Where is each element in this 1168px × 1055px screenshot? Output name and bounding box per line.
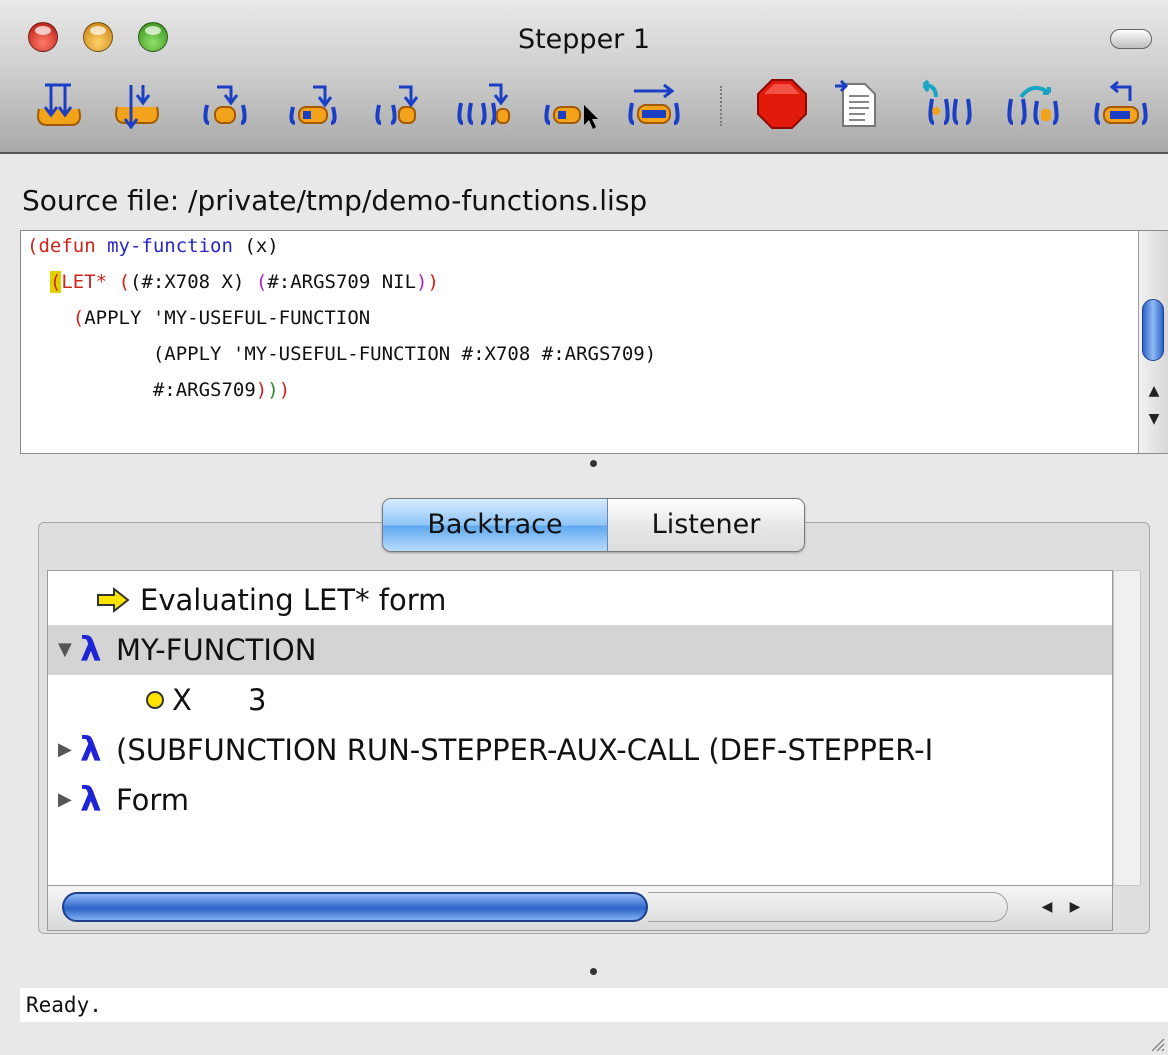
scroll-up-arrow-icon[interactable]: ▲: [1139, 379, 1168, 403]
step-through-call-button[interactable]: [454, 78, 514, 130]
window-chrome: Stepper 1: [0, 0, 1168, 154]
code-line: (APPLY 'MY-USEFUL-FUNCTION: [72, 307, 371, 329]
tab-backtrace[interactable]: Backtrace: [383, 499, 608, 551]
list-item[interactable]: X 3: [48, 675, 1112, 725]
step-through-call-icon: [457, 83, 510, 125]
scroll-down-arrow-icon[interactable]: ▼: [1139, 407, 1168, 431]
show-source-button[interactable]: [832, 78, 882, 130]
code-line: (APPLY 'MY-USEFUL-FUNCTION #:X708 #:ARGS…: [27, 343, 657, 365]
backtrace-vertical-scrollbar[interactable]: [1113, 570, 1141, 886]
disclosure-closed-icon[interactable]: ▶: [58, 725, 72, 775]
step-to-value-icon: [289, 85, 337, 125]
restart-button[interactable]: [1002, 78, 1066, 130]
variable-value: 3: [248, 683, 267, 717]
step-next-button[interactable]: [196, 78, 254, 130]
backtrace-list[interactable]: Evaluating LET* form ▼ λ MY-FUNCTION X 3…: [47, 570, 1113, 886]
list-item[interactable]: ▶ λ Form: [48, 775, 1112, 825]
code-line: (defun my-function (x): [27, 235, 279, 257]
step-into-icon: [37, 83, 81, 126]
backtrace-row-label: Evaluating LET* form: [140, 583, 447, 617]
lambda-icon: λ: [80, 780, 102, 820]
tab-listener[interactable]: Listener: [608, 499, 804, 551]
step-to-cursor-button[interactable]: [540, 78, 602, 130]
current-form-arrow-icon: [97, 587, 130, 613]
step-into-button[interactable]: [30, 78, 88, 130]
variable-circle-icon: [146, 691, 164, 709]
backtrace-row-label: MY-FUNCTION: [116, 633, 317, 667]
show-source-icon: [835, 79, 876, 127]
lambda-icon: λ: [80, 630, 102, 670]
splitter-handle[interactable]: [590, 460, 597, 467]
lambda-icon: λ: [80, 730, 102, 770]
tab-bar: Backtrace Listener: [382, 498, 805, 552]
step-over-button[interactable]: [108, 78, 166, 130]
status-bar: Ready.: [20, 988, 1168, 1022]
step-to-value-button[interactable]: [284, 78, 342, 130]
step-to-call-icon: [375, 85, 419, 125]
step-next-icon: [203, 85, 247, 125]
scroll-thumb[interactable]: [1142, 299, 1164, 361]
list-item[interactable]: ▶ λ (SUBFUNCTION RUN-STEPPER-AUX-CALL (D…: [48, 725, 1112, 775]
toolbar-separator: [720, 86, 722, 126]
code-line: (LET* ((#:X708 X) (#:ARGS709 NIL)): [49, 271, 439, 293]
source-code-editor[interactable]: (defun my-function (x) (LET* ((#:X708 X)…: [20, 230, 1168, 454]
step-to-end-button[interactable]: [624, 78, 684, 130]
backtrace-row-label: Form: [116, 783, 190, 817]
cursor-highlight: (: [49, 271, 62, 293]
list-item[interactable]: Evaluating LET* form: [48, 575, 1112, 625]
stop-icon: [757, 79, 807, 129]
step-to-end-icon: [628, 83, 680, 125]
step-to-call-button[interactable]: [368, 78, 426, 130]
resize-grip-icon[interactable]: [1146, 1033, 1166, 1053]
restart-icon: [1007, 85, 1059, 125]
scroll-right-arrow-icon[interactable]: ▶: [1062, 894, 1088, 920]
scroll-thumb[interactable]: [62, 892, 648, 922]
scroll-track[interactable]: [648, 892, 1008, 922]
source-vertical-scrollbar[interactable]: ▲ ▼: [1138, 231, 1168, 453]
return-button[interactable]: [1086, 78, 1156, 130]
scroll-left-arrow-icon[interactable]: ◀: [1034, 894, 1060, 920]
disclosure-closed-icon[interactable]: ▶: [58, 775, 72, 825]
backtrace-row-label: (SUBFUNCTION RUN-STEPPER-AUX-CALL (DEF-S…: [116, 733, 934, 767]
splitter-handle[interactable]: [590, 968, 597, 975]
toolbar-toggle-button[interactable]: [1110, 29, 1152, 49]
stop-button[interactable]: [752, 78, 812, 130]
window-title: Stepper 1: [517, 24, 651, 55]
list-item-selected[interactable]: ▼ λ MY-FUNCTION: [48, 625, 1112, 675]
backtrace-horizontal-scrollbar[interactable]: ◀ ▶: [47, 885, 1113, 931]
variable-name: X: [172, 683, 192, 717]
undo-step-button[interactable]: [912, 78, 974, 130]
source-file-label: Source file: /private/tmp/demo-functions…: [22, 184, 648, 217]
return-icon: [1094, 80, 1148, 125]
undo-step-icon: [922, 79, 972, 125]
step-to-cursor-icon: [544, 104, 598, 129]
step-over-icon: [115, 85, 159, 129]
disclosure-open-icon[interactable]: ▼: [58, 625, 72, 675]
code-line: #:ARGS709))): [27, 379, 291, 401]
